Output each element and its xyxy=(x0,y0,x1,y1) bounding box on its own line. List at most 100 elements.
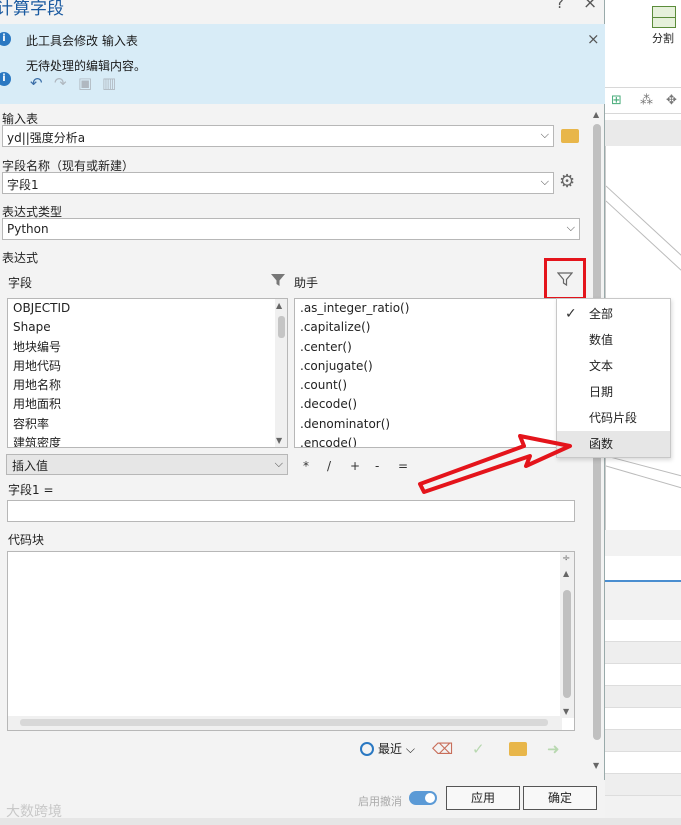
helpers-filter-menu: ✓ 全部 数值 文本 日期 代码片段 函数 xyxy=(556,298,671,458)
plus-operator[interactable]: + xyxy=(350,459,360,473)
helpers-header: 助手 xyxy=(294,276,319,290)
menu-item-text[interactable]: 文本 xyxy=(557,353,670,379)
table-row[interactable] xyxy=(605,686,681,708)
table-row[interactable] xyxy=(605,664,681,686)
status-strip xyxy=(0,818,681,825)
code-block-editor[interactable]: ÷ ▲ ▼ xyxy=(7,551,575,731)
eraser-icon[interactable]: ⌫ xyxy=(432,740,453,758)
dismiss-message-icon[interactable]: × xyxy=(587,30,600,48)
enable-undo-toggle[interactable] xyxy=(409,791,437,805)
list-item[interactable]: 用地面积 xyxy=(8,395,287,414)
list-item[interactable]: 用地代码 xyxy=(8,357,287,376)
expression-label: 表达式 xyxy=(2,251,39,265)
list-item[interactable]: .capitalize() xyxy=(295,318,579,337)
menu-item-date[interactable]: 日期 xyxy=(557,379,670,405)
list-item[interactable]: .center() xyxy=(295,338,579,357)
chevron-down-icon[interactable]: ⌵ xyxy=(275,457,283,471)
table-row[interactable] xyxy=(605,752,681,774)
menu-item-snippets[interactable]: 代码片段 xyxy=(557,405,670,431)
divide-operator[interactable]: / xyxy=(327,459,331,473)
vertex-icon[interactable]: ⁂ xyxy=(640,94,656,108)
calculate-field-dialog: 计算字段 ? × i 此工具会修改 输入表 × i 无待处理的编辑内容。 ↶ ↷ ▣… xyxy=(0,0,605,820)
gear-icon[interactable]: ⚙ xyxy=(559,171,575,192)
checkmark-icon: ✓ xyxy=(565,306,577,322)
input-table-combo[interactable]: yd||强度分析a ⌵ xyxy=(2,125,554,147)
export-arrow-icon[interactable]: ➜ xyxy=(547,740,560,758)
expression-type-value: Python xyxy=(7,222,49,236)
edit-toolbar: ↶ ↷ ▣ ▥ xyxy=(30,74,126,96)
enable-undo-label: 启用撤消 xyxy=(358,795,402,808)
load-expression-icon[interactable] xyxy=(509,742,527,756)
list-item[interactable]: .denominator() xyxy=(295,415,579,434)
fields-scrollbar[interactable]: ▲ ▼ xyxy=(275,299,287,447)
expression-prefix: 字段1 = xyxy=(8,483,54,497)
close-button[interactable]: × xyxy=(583,0,597,13)
save-edits-icon[interactable]: ▣ xyxy=(78,74,102,92)
browse-folder-icon[interactable] xyxy=(561,129,579,143)
insert-value-combo[interactable]: 插入值 ⌵ xyxy=(6,454,288,475)
list-item[interactable]: .conjugate() xyxy=(295,357,579,376)
fields-header: 字段 xyxy=(8,276,33,290)
split-handle-icon[interactable]: ÷ xyxy=(562,553,570,564)
list-item[interactable]: 建筑密度 xyxy=(8,434,287,447)
fields-list[interactable]: OBJECTID Shape 地块编号 用地代码 用地名称 用地面积 容积率 建… xyxy=(7,298,288,448)
list-item[interactable]: .count() xyxy=(295,376,579,395)
watermark: 大数跨境 xyxy=(6,804,62,820)
table-row[interactable] xyxy=(605,730,681,752)
modify-notice: 此工具会修改 输入表 xyxy=(26,34,138,48)
expression-input[interactable] xyxy=(7,500,575,522)
modify-notice-row: i 此工具会修改 输入表 × xyxy=(0,28,605,53)
chevron-down-icon[interactable]: ⌵ xyxy=(567,221,575,235)
code-block-scrollbar[interactable]: ÷ ▲ ▼ xyxy=(560,552,574,718)
list-item[interactable]: 用地名称 xyxy=(8,376,287,395)
code-block-hscrollbar[interactable] xyxy=(8,716,562,730)
table-row[interactable] xyxy=(605,642,681,664)
fields-filter-icon[interactable] xyxy=(270,272,286,288)
verify-check-icon[interactable]: ✓ xyxy=(472,740,485,758)
message-panel: i 此工具会修改 输入表 × i 无待处理的编辑内容。 ↶ ↷ ▣ ▥ xyxy=(0,24,605,104)
chevron-down-icon[interactable]: ⌵ xyxy=(541,175,549,189)
recent-expressions-button[interactable]: 最近 ⌵ xyxy=(360,740,415,757)
field-name-value: 字段1 xyxy=(7,178,39,192)
list-item[interactable]: .encode() xyxy=(295,434,579,447)
helpers-list[interactable]: .as_integer_ratio() .capitalize() .cente… xyxy=(294,298,580,448)
annotation-highlight-box xyxy=(544,258,586,300)
multiply-operator[interactable]: * xyxy=(303,459,309,473)
discard-edits-icon[interactable]: ▥ xyxy=(102,74,126,92)
info-icon: i xyxy=(0,32,11,46)
dialog-title: 计算字段 xyxy=(0,0,64,19)
list-item[interactable]: Shape xyxy=(8,318,287,337)
expression-type-combo[interactable]: Python ⌵ xyxy=(2,218,580,240)
move-icon[interactable]: ✥ xyxy=(666,94,681,108)
split-label[interactable]: 分割 xyxy=(652,30,674,46)
list-item[interactable]: 容积率 xyxy=(8,415,287,434)
equals-operator[interactable]: = xyxy=(398,459,408,473)
table-row[interactable] xyxy=(605,774,681,796)
title-bar: 计算字段 ? × xyxy=(0,0,605,24)
table-row[interactable] xyxy=(605,620,681,642)
code-block-label: 代码块 xyxy=(8,533,45,547)
list-item[interactable]: .decode() xyxy=(295,395,579,414)
list-item[interactable]: 地块编号 xyxy=(8,338,287,357)
chevron-down-icon[interactable]: ⌵ xyxy=(541,128,549,142)
ok-button[interactable]: 确定 xyxy=(523,786,597,810)
split-icon[interactable] xyxy=(652,6,676,28)
help-button[interactable]: ? xyxy=(556,0,564,12)
list-item[interactable]: OBJECTID xyxy=(8,299,287,318)
table-row[interactable] xyxy=(605,708,681,730)
list-item[interactable]: .as_integer_ratio() xyxy=(295,299,579,318)
clock-icon xyxy=(360,742,374,756)
menu-item-numeric[interactable]: 数值 xyxy=(557,327,670,353)
field-name-combo[interactable]: 字段1 ⌵ xyxy=(2,172,554,194)
redo-icon[interactable]: ↷ xyxy=(54,74,78,92)
info-icon: i xyxy=(0,72,11,86)
attribute-tab[interactable] xyxy=(605,556,681,582)
menu-item-all[interactable]: ✓ 全部 xyxy=(557,301,670,327)
menu-item-functions[interactable]: 函数 xyxy=(557,431,670,457)
apply-button[interactable]: 应用 xyxy=(446,786,520,810)
minus-operator[interactable]: - xyxy=(375,459,379,473)
input-table-value: yd||强度分析a xyxy=(7,131,86,145)
insert-value-label: 插入值 xyxy=(12,459,49,473)
add-feature-icon[interactable]: ⊞ xyxy=(611,94,627,108)
undo-icon[interactable]: ↶ xyxy=(30,74,54,92)
